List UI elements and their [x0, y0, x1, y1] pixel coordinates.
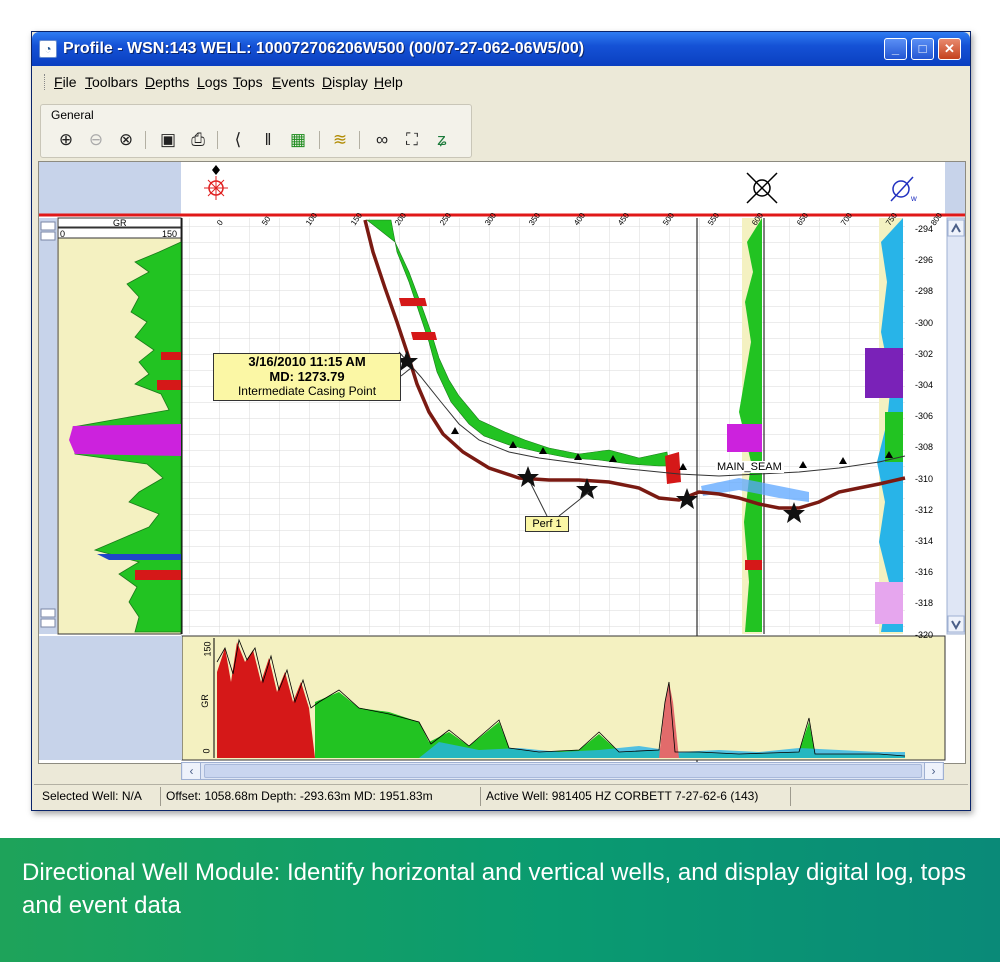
camera-icon[interactable]: ⛶	[401, 129, 423, 151]
minimize-button[interactable]: _	[884, 38, 907, 60]
toolbar-separator	[217, 131, 218, 149]
scroll-up-button[interactable]	[947, 219, 965, 237]
page: { "window": { "title": "Profile - WSN:14…	[0, 0, 1000, 962]
vertical-scrollbar[interactable]	[946, 217, 965, 635]
status-divider	[790, 787, 791, 806]
profile-view[interactable]: w GR 0 150 0 50 100 150 200 250 300 350 …	[38, 161, 966, 764]
main-seam-label[interactable]: MAIN_SEAM	[715, 461, 784, 473]
toolbar-separator	[145, 131, 146, 149]
caption-text: Directional Well Module: Identify horizo…	[22, 859, 967, 919]
caption-banner: Directional Well Module: Identify horizo…	[0, 838, 1000, 962]
depth-tick-label: -312	[915, 504, 934, 515]
casing-point-annotation[interactable]: 3/16/2010 11:15 AM MD: 1273.79 Intermedi…	[213, 353, 401, 401]
menu-toolbars[interactable]: Toolbars	[85, 74, 138, 90]
annotation-md: MD: 1273.79	[269, 369, 345, 384]
maximize-button[interactable]: □	[911, 38, 934, 60]
image-icon[interactable]: ▣	[157, 129, 179, 151]
profile-window: ◔ Profile - WSN:143 WELL: 100072706206W5…	[31, 31, 971, 811]
depth-tick-label: -310	[915, 473, 934, 484]
title-bar[interactable]: ◔ Profile - WSN:143 WELL: 100072706206W5…	[32, 32, 970, 66]
status-selected-well: Selected Well: N/A	[42, 789, 142, 803]
depth-tick-label: -306	[915, 411, 934, 422]
header-left-panel	[39, 162, 181, 214]
offset-well-log-magenta	[727, 424, 762, 452]
menu-depths[interactable]: Depths	[145, 74, 189, 90]
water-well-log-purple	[865, 348, 903, 398]
export-icon[interactable]: ⎙	[187, 129, 209, 151]
menu-grip[interactable]	[44, 74, 47, 90]
cross-section-grid	[182, 218, 945, 634]
depth-tick-label: -308	[915, 442, 934, 453]
glasses-icon[interactable]: ∞	[371, 129, 393, 151]
depth-tick-label: -296	[915, 255, 934, 266]
app-icon: ◔	[39, 40, 57, 58]
gr-curve-blue	[97, 554, 181, 560]
tracks-icon[interactable]: ‖	[257, 129, 279, 151]
status-divider	[480, 787, 481, 806]
layers-icon[interactable]: ≋	[329, 129, 351, 151]
zoom-out-icon[interactable]: ⊖	[85, 129, 107, 151]
scroll-thumb[interactable]	[204, 764, 922, 778]
status-position: Offset: 1058.68m Depth: -293.63m MD: 195…	[166, 789, 433, 803]
bottom-gr-max: 150	[202, 641, 213, 657]
gr-track-label: GR	[113, 218, 127, 228]
depth-tick-label: -318	[915, 598, 934, 609]
expand-button[interactable]	[40, 618, 56, 628]
menu-display[interactable]: Display	[322, 74, 368, 90]
header-right-panel	[945, 162, 965, 214]
depth-tick-label: -294	[915, 224, 934, 234]
depth-tick-label: -316	[915, 567, 934, 578]
left-margin	[39, 218, 57, 634]
depth-tick-label: -314	[915, 536, 934, 546]
zoom-reset-icon[interactable]: ⊗	[115, 129, 137, 151]
toolbar-label: General	[51, 108, 94, 122]
scroll-left-button[interactable]: ‹	[183, 763, 201, 779]
status-bar: Selected Well: N/A Offset: 1058.68m Dept…	[34, 784, 968, 808]
svg-text:w: w	[910, 194, 917, 203]
collapse-button[interactable]	[40, 231, 56, 241]
perf-label[interactable]: Perf 1	[525, 516, 569, 532]
depth-tick-label: -298	[915, 286, 934, 297]
gr-scale-max: 150	[162, 229, 178, 239]
track-grid-icon[interactable]: ▦	[287, 129, 309, 151]
general-toolbar: General ⊕ ⊖ ⊗ ▣ ⎙ ⟨ ‖ ▦ ≋ ∞ ⛶ ʑ	[40, 104, 472, 158]
scroll-right-button[interactable]: ›	[924, 763, 942, 779]
expand-button[interactable]	[40, 608, 56, 618]
toolbar-separator	[359, 131, 360, 149]
window-title: Profile - WSN:143 WELL: 100072706206W500…	[63, 40, 585, 57]
menu-tops[interactable]: Tops	[233, 74, 263, 90]
depth-tick-label: -320	[915, 629, 934, 640]
gr-scale-min: 0	[60, 229, 66, 239]
depth-tick-label: -304	[915, 380, 934, 390]
bottom-gr-label: GR	[199, 694, 210, 708]
menu-bar: File Toolbars Depths Logs Tops Events Di…	[34, 70, 968, 94]
menu-file[interactable]: File	[54, 74, 77, 90]
status-active-well: Active Well: 981405 HZ CORBETT 7-27-62-6…	[486, 789, 759, 803]
close-button[interactable]: ✕	[938, 38, 961, 60]
profile-canvas[interactable]: w	[39, 162, 965, 763]
status-divider	[160, 787, 161, 806]
bottom-left-panel	[39, 636, 182, 760]
menu-help[interactable]: Help	[374, 74, 403, 90]
depth-tick-label: -300	[915, 317, 934, 328]
offset-well-log-red	[745, 560, 762, 570]
track-left-icon[interactable]: ⟨	[227, 129, 249, 151]
water-well-log-pink	[875, 582, 903, 624]
annotation-label: Intermediate Casing Point	[237, 384, 377, 398]
zoom-in-icon[interactable]: ⊕	[55, 129, 77, 151]
depth-tick-label: -302	[915, 348, 934, 359]
collapse-button[interactable]	[40, 221, 56, 231]
menu-logs[interactable]: Logs	[197, 74, 227, 90]
menu-events[interactable]: Events	[272, 74, 315, 90]
toolbar-separator	[319, 131, 320, 149]
horizontal-scrollbar[interactable]: ‹ ›	[181, 762, 944, 780]
gr-curve-magenta	[69, 424, 181, 456]
well-path-icon[interactable]: ʑ	[431, 129, 453, 151]
bottom-gr-min: 0	[201, 748, 212, 754]
annotation-date: 3/16/2010 11:15 AM	[248, 354, 366, 369]
